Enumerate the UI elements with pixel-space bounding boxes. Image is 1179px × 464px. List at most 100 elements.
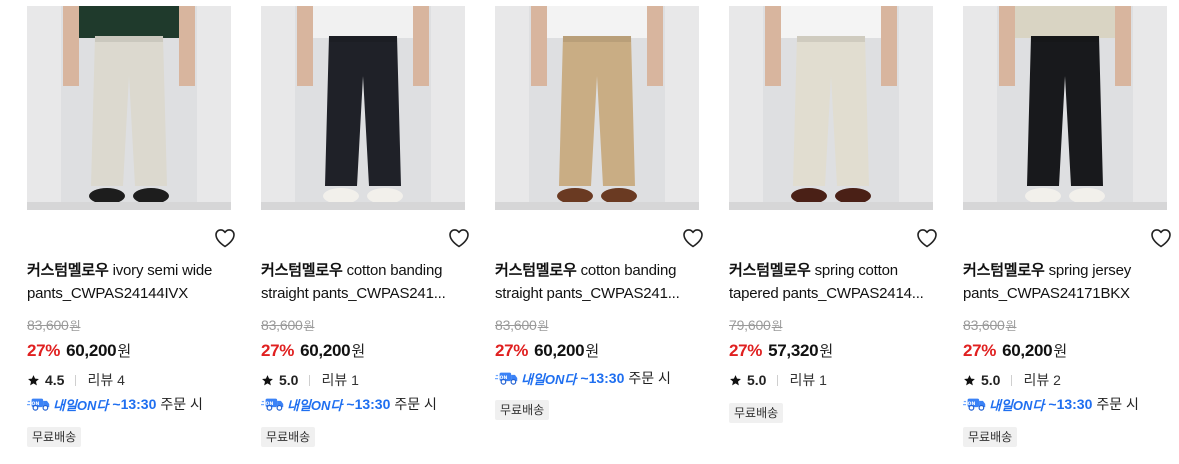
delivery-label: 내일ON다 <box>521 371 577 387</box>
product-photo <box>27 6 231 210</box>
sale-price-value: 60,200 <box>66 341 117 360</box>
like-heart-icon[interactable] <box>1149 226 1173 250</box>
svg-text:ON: ON <box>266 401 274 407</box>
product-image[interactable] <box>27 6 231 210</box>
rating-row: 5.0 리뷰 1 <box>729 370 827 390</box>
product-title[interactable]: 커스텀멜로우 spring cotton tapered pants_CWPAS2… <box>729 259 935 305</box>
sale-price: 27% 57,320원 <box>729 340 833 361</box>
product-card[interactable]: 커스텀멜로우 spring jersey pants_CWPAS24171BKX … <box>963 0 1171 464</box>
delivery-cutoff-time: ~13:30 <box>1048 396 1093 412</box>
original-price: 83,600원 <box>963 317 1017 334</box>
delivery-info: ON 내일ON다 ~13:30 주문 시 <box>963 394 1139 414</box>
discount-rate: 27% <box>963 341 997 360</box>
star-icon <box>730 374 741 385</box>
divider <box>309 374 311 386</box>
currency-unit: 원 <box>1005 319 1017 333</box>
currency-unit: 원 <box>69 319 81 333</box>
sale-price-value: 60,200 <box>1002 341 1053 360</box>
free-shipping-badge: 무료배송 <box>963 427 1018 447</box>
currency-unit: 원 <box>1053 343 1067 360</box>
free-shipping-badge: 무료배송 <box>27 427 82 447</box>
delivery-truck-icon: ON <box>963 398 986 411</box>
like-heart-icon[interactable] <box>213 226 237 250</box>
review-count: 리뷰 1 <box>789 372 827 388</box>
free-shipping-badge: 무료배송 <box>261 427 316 447</box>
product-grid: 커스텀멜로우 ivory semi wide pants_CWPAS24144IV… <box>0 0 1179 464</box>
product-image[interactable] <box>729 6 933 210</box>
product-photo <box>495 6 699 210</box>
delivery-info: ON 내일ON다 ~13:30 주문 시 <box>495 368 671 388</box>
star-icon <box>964 374 975 385</box>
delivery-truck-icon: ON <box>261 398 284 411</box>
sale-price-value: 57,320 <box>768 341 819 360</box>
delivery-info: ON 내일ON다 ~13:30 주문 시 <box>27 394 203 414</box>
rating-score: 4.5 <box>45 372 65 388</box>
star-icon <box>262 374 273 385</box>
sale-price-value: 60,200 <box>300 341 351 360</box>
delivery-text: 주문 시 <box>160 396 203 412</box>
divider <box>1011 374 1013 386</box>
svg-text:ON: ON <box>32 401 40 407</box>
product-card[interactable]: 커스텀멜로우 spring cotton tapered pants_CWPAS2… <box>729 0 937 464</box>
product-brand: 커스텀멜로우 <box>261 262 343 279</box>
delivery-text: 주문 시 <box>628 370 671 386</box>
rating-score: 5.0 <box>981 372 1001 388</box>
product-brand: 커스텀멜로우 <box>27 262 109 279</box>
delivery-text: 주문 시 <box>394 396 437 412</box>
discount-rate: 27% <box>495 341 529 360</box>
product-photo <box>729 6 933 210</box>
like-heart-icon[interactable] <box>681 226 705 250</box>
delivery-truck-icon: ON <box>27 398 50 411</box>
original-price-value: 79,600 <box>729 317 771 333</box>
original-price: 83,600원 <box>27 317 81 334</box>
product-photo <box>963 6 1167 210</box>
divider <box>75 374 77 386</box>
original-price-value: 83,600 <box>27 317 69 333</box>
currency-unit: 원 <box>537 319 549 333</box>
review-count: 리뷰 2 <box>1023 372 1061 388</box>
delivery-cutoff-time: ~13:30 <box>112 396 157 412</box>
product-image[interactable] <box>495 6 699 210</box>
original-price: 83,600원 <box>261 317 315 334</box>
currency-unit: 원 <box>771 319 783 333</box>
free-shipping-badge: 무료배송 <box>495 400 550 420</box>
sale-price: 27% 60,200원 <box>261 340 365 361</box>
discount-rate: 27% <box>27 341 61 360</box>
product-title[interactable]: 커스텀멜로우 ivory semi wide pants_CWPAS24144IV… <box>27 259 233 305</box>
svg-text:ON: ON <box>500 375 508 381</box>
review-count: 리뷰 1 <box>321 372 359 388</box>
product-title[interactable]: 커스텀멜로우 cotton banding straight pants_CWPA… <box>261 259 467 305</box>
currency-unit: 원 <box>117 343 131 360</box>
currency-unit: 원 <box>819 343 833 360</box>
delivery-truck-icon: ON <box>495 372 518 385</box>
rating-score: 5.0 <box>279 372 299 388</box>
product-image[interactable] <box>261 6 465 210</box>
sale-price: 27% 60,200원 <box>963 340 1067 361</box>
discount-rate: 27% <box>261 341 295 360</box>
delivery-text: 주문 시 <box>1096 396 1139 412</box>
product-card[interactable]: 커스텀멜로우 ivory semi wide pants_CWPAS24144IV… <box>27 0 235 464</box>
product-brand: 커스텀멜로우 <box>729 262 811 279</box>
original-price-value: 83,600 <box>261 317 303 333</box>
like-heart-icon[interactable] <box>447 226 471 250</box>
product-card[interactable]: 커스텀멜로우 cotton banding straight pants_CWPA… <box>261 0 469 464</box>
discount-rate: 27% <box>729 341 763 360</box>
delivery-cutoff-time: ~13:30 <box>346 396 391 412</box>
product-title[interactable]: 커스텀멜로우 spring jersey pants_CWPAS24171BKX <box>963 259 1169 305</box>
divider <box>777 374 779 386</box>
original-price-value: 83,600 <box>495 317 537 333</box>
free-shipping-badge: 무료배송 <box>729 403 784 423</box>
product-title[interactable]: 커스텀멜로우 cotton banding straight pants_CWPA… <box>495 259 701 305</box>
delivery-label: 내일ON다 <box>53 397 109 413</box>
product-brand: 커스텀멜로우 <box>495 262 577 279</box>
currency-unit: 원 <box>585 343 599 360</box>
original-price-value: 83,600 <box>963 317 1005 333</box>
svg-text:ON: ON <box>968 401 976 407</box>
product-image[interactable] <box>963 6 1167 210</box>
rating-row: 4.5 리뷰 4 <box>27 370 125 390</box>
product-card[interactable]: 커스텀멜로우 cotton banding straight pants_CWPA… <box>495 0 703 464</box>
like-heart-icon[interactable] <box>915 226 939 250</box>
original-price: 83,600원 <box>495 317 549 334</box>
currency-unit: 원 <box>351 343 365 360</box>
delivery-info: ON 내일ON다 ~13:30 주문 시 <box>261 394 437 414</box>
